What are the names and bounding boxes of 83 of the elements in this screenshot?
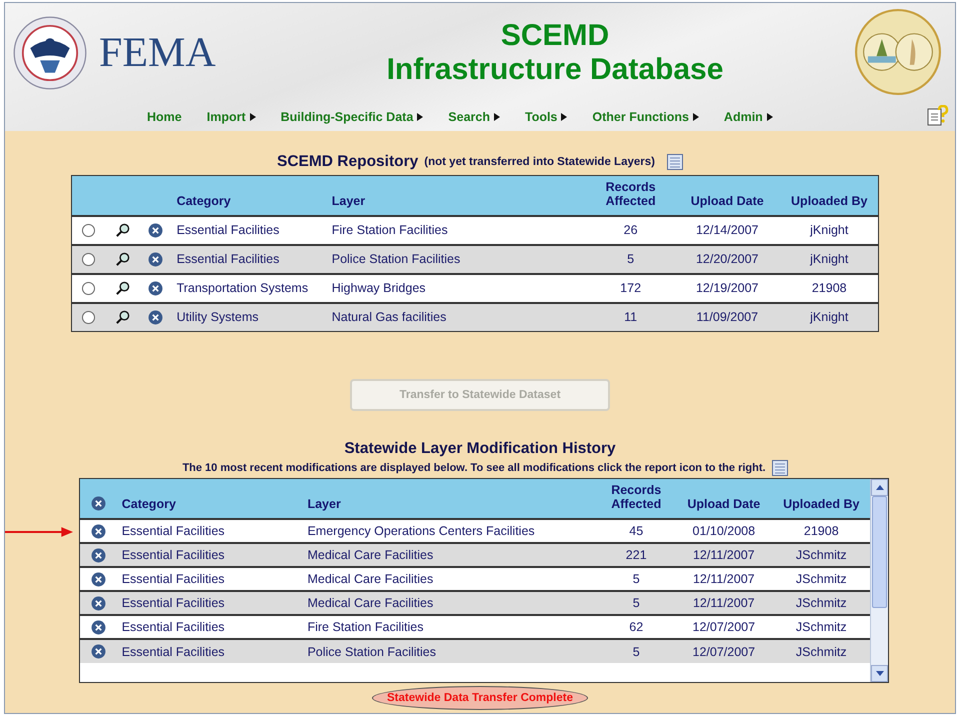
- table-cell: Police Station Facilities: [328, 244, 588, 274]
- table-cell: 5: [597, 591, 676, 615]
- submenu-arrow-icon: [494, 113, 500, 121]
- column-header: Layer: [328, 176, 588, 216]
- delete-icon[interactable]: [148, 252, 164, 267]
- section-title: Statewide Layer Modification History: [344, 440, 616, 458]
- table-cell: 12/11/2007: [675, 543, 773, 567]
- delete-icon[interactable]: [91, 496, 106, 511]
- submenu-arrow-icon: [250, 113, 256, 121]
- section-title: SCEMD Repository: [277, 153, 418, 171]
- status-message: Statewide Data Transfer Complete: [372, 686, 588, 710]
- column-header: Category: [118, 479, 304, 519]
- nav-menu-item[interactable]: Search: [448, 110, 500, 124]
- table-cell: Utility Systems: [172, 302, 328, 332]
- scrollbar[interactable]: [870, 479, 888, 682]
- table-cell: Medical Care Facilities: [303, 543, 598, 567]
- table-cell: Essential Facilities: [118, 543, 304, 567]
- radio-button[interactable]: [82, 282, 96, 296]
- delete-icon[interactable]: [91, 596, 106, 611]
- help-icon[interactable]: [927, 105, 949, 127]
- nav-menu-item[interactable]: Building-Specific Data: [280, 110, 424, 124]
- state-seal-icon: [855, 9, 941, 95]
- table-cell: Essential Facilities: [118, 591, 304, 615]
- table-cell: JSchmitz: [772, 639, 870, 663]
- delete-icon[interactable]: [148, 222, 164, 238]
- nav-menu-item[interactable]: Other Functions: [592, 110, 699, 124]
- radio-button[interactable]: [82, 253, 96, 266]
- report-icon[interactable]: [666, 154, 683, 170]
- section-subtitle: (not yet transferred into Statewide Layers): [424, 156, 655, 168]
- delete-icon[interactable]: [91, 548, 106, 563]
- seal-icon: [13, 16, 87, 90]
- delete-icon[interactable]: [91, 644, 106, 660]
- table-cell: Essential Facilities: [118, 639, 304, 663]
- column-header: Layer: [303, 479, 598, 519]
- delete-icon[interactable]: [91, 620, 106, 635]
- table-cell: jKnight: [780, 302, 878, 332]
- magnifier-icon[interactable]: [114, 310, 130, 325]
- nav-menu-item[interactable]: Tools: [524, 110, 568, 124]
- radio-button[interactable]: [82, 311, 96, 324]
- table-cell: 12/20/2007: [674, 244, 780, 274]
- scroll-down-icon[interactable]: [876, 671, 884, 676]
- column-header: Category: [172, 176, 328, 216]
- radio-button[interactable]: [82, 224, 96, 238]
- submenu-arrow-icon: [766, 113, 773, 121]
- table-cell: Natural Gas facilities: [328, 302, 588, 332]
- table-cell: 12/07/2007: [675, 639, 773, 663]
- submenu-arrow-icon: [561, 113, 568, 121]
- nav-menu-item[interactable]: Admin: [724, 110, 773, 124]
- app-title: SCEMD: [500, 19, 610, 53]
- magnifier-icon[interactable]: [114, 280, 130, 296]
- magnifier-icon[interactable]: [114, 252, 130, 267]
- table-cell: Essential Facilities: [172, 244, 328, 274]
- column-header: Uploaded By: [780, 176, 878, 216]
- table-cell: 5: [587, 244, 674, 274]
- table-cell: 12/11/2007: [675, 591, 773, 615]
- magnifier-icon[interactable]: [114, 222, 130, 238]
- table-cell: 5: [597, 639, 676, 663]
- column-header: Upload Date: [674, 176, 780, 216]
- table-cell: 11/09/2007: [674, 302, 780, 332]
- table-cell: JSchmitz: [772, 591, 870, 615]
- column-header: Records Affected: [587, 176, 674, 216]
- table-cell: 221: [597, 543, 676, 567]
- section-note: The 10 most recent modifications are displayed below. To see all modifications click the report icon to the right.: [182, 462, 766, 474]
- delete-icon[interactable]: [148, 310, 164, 325]
- delete-icon[interactable]: [148, 280, 164, 296]
- table-cell: Medical Care Facilities: [303, 591, 598, 615]
- app-subtitle: Infrastructure Database: [386, 53, 724, 87]
- agency-logo-text: FEMA: [99, 29, 216, 77]
- column-header: Upload Date: [675, 479, 773, 519]
- table-cell: 11: [587, 302, 674, 332]
- submenu-arrow-icon: [417, 113, 424, 121]
- nav-menu-item[interactable]: Home: [147, 110, 182, 124]
- column-header: Uploaded By: [772, 479, 870, 519]
- delete-icon[interactable]: [91, 524, 106, 539]
- report-icon[interactable]: [772, 460, 788, 476]
- nav-menu-item[interactable]: Import: [206, 110, 256, 124]
- submenu-arrow-icon: [692, 113, 699, 121]
- column-header: Records Affected: [597, 479, 676, 519]
- table-cell: jKnight: [780, 244, 878, 274]
- table-cell: Police Station Facilities: [303, 639, 598, 663]
- scroll-up-icon[interactable]: [876, 485, 884, 490]
- table-cell: JSchmitz: [772, 543, 870, 567]
- delete-icon[interactable]: [91, 572, 106, 587]
